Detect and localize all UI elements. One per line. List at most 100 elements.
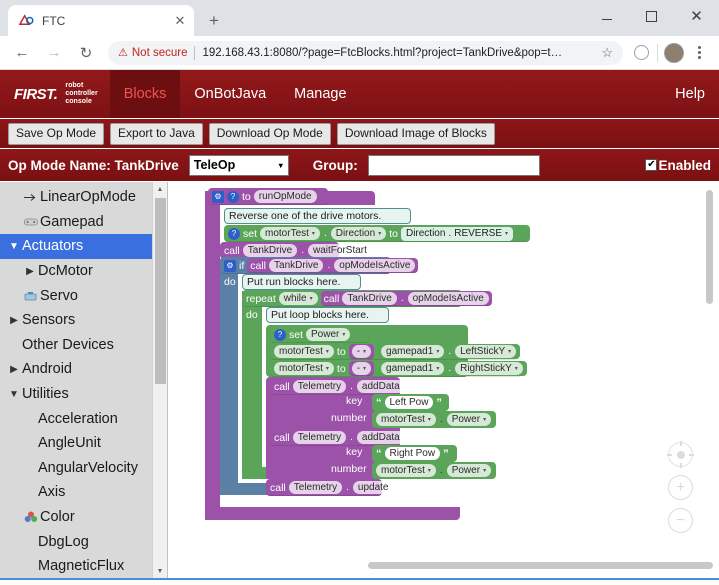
canvas-vertical-scrollbar[interactable] <box>706 190 713 304</box>
method-field[interactable]: opModeIsActive <box>334 259 415 272</box>
gamepad-field[interactable]: gamepad1 ▾ <box>381 345 444 358</box>
sidebar-item-utilities[interactable]: ▼ Utilities <box>0 382 167 407</box>
method-field[interactable]: addData <box>357 431 405 444</box>
power-row-right[interactable]: motorTest ▾ to - ▾ gamepad1 ▾ . RightSti… <box>270 360 522 377</box>
help-icon[interactable]: ? <box>228 228 240 240</box>
method-field[interactable]: addData <box>357 380 405 393</box>
motor-target-field[interactable]: motorTest ▾ <box>376 413 436 426</box>
sidebar-item-color[interactable]: Color <box>0 505 167 530</box>
sidebar-item-angleunit[interactable]: AngleUnit <box>0 431 167 456</box>
repeat-mode-field[interactable]: while ▾ <box>279 292 318 305</box>
close-tab-icon[interactable]: ✕ <box>172 13 188 29</box>
sidebar-item-dbglog[interactable]: DbgLog <box>0 529 167 554</box>
key-string-block-1[interactable]: “ Left Pow ” <box>372 394 449 411</box>
scrollbar-thumb[interactable] <box>155 198 166 384</box>
bookmark-star-icon[interactable]: ☆ <box>601 45 613 61</box>
power-row-left[interactable]: motorTest ▾ to - ▾ gamepad1 ▾ . LeftStic… <box>270 343 518 360</box>
sidebar-scrollbar[interactable]: ▲ ▼ <box>152 182 167 578</box>
nav-item-help[interactable]: Help <box>661 70 719 118</box>
address-bar[interactable]: ⚠ Not secure 192.168.43.1:8080/?page=Ftc… <box>108 41 623 65</box>
method-field[interactable]: opModeIsActive <box>408 292 489 305</box>
negate-block[interactable]: - ▾ <box>349 344 374 359</box>
enabled-checkbox[interactable]: ✔ <box>645 159 657 171</box>
power-property-field[interactable]: Power ▾ <box>306 328 350 341</box>
back-icon[interactable]: ← <box>9 40 35 66</box>
motor-target-field[interactable]: motorTest ▾ <box>274 345 334 358</box>
zoom-out-button[interactable]: − <box>668 508 693 533</box>
op-mode-flavor-select[interactable]: TeleOp ▾ <box>189 155 289 176</box>
method-field[interactable]: waitForStart <box>308 244 372 257</box>
download-op-mode-button[interactable]: Download Op Mode <box>209 123 331 145</box>
stick-axis-field[interactable]: RightStickY ▾ <box>455 362 523 375</box>
browser-tab[interactable]: FTC ✕ <box>8 5 194 36</box>
number-value-block-2[interactable]: motorTest ▾ . Power ▾ <box>372 462 496 479</box>
download-image-of-blocks-button[interactable]: Download Image of Blocks <box>337 123 495 145</box>
window-close-button[interactable]: ✕ <box>674 0 719 32</box>
group-input[interactable] <box>368 155 540 176</box>
window-minimize-button[interactable] <box>584 0 629 32</box>
stick-axis-field[interactable]: LeftStickY ▾ <box>455 345 516 358</box>
negate-operator-field[interactable]: - ▾ <box>352 345 371 358</box>
export-to-java-button[interactable]: Export to Java <box>110 123 203 145</box>
nav-item-manage[interactable]: Manage <box>280 70 360 118</box>
key-value-field[interactable]: Right Pow <box>385 447 441 460</box>
set-direction-block[interactable]: ? set motorTest ▾ . Direction ▾ to Direc… <box>224 225 530 242</box>
if-block-header[interactable]: ⚙ if call TankDrive . opModeIsActive <box>220 257 391 274</box>
telemetry-update-block[interactable]: call Telemetry . update <box>266 479 382 496</box>
direction-enum-block[interactable]: Direction . REVERSE ▾ <box>401 227 513 241</box>
power-property-field[interactable]: Power ▾ <box>447 464 491 477</box>
center-on-blocks-icon[interactable] <box>668 442 693 467</box>
motor-target-field[interactable]: motorTest ▾ <box>376 464 436 477</box>
sidebar-item-magneticflux[interactable]: MagneticFlux <box>0 554 167 578</box>
save-op-mode-button[interactable]: Save Op Mode <box>8 123 104 145</box>
scroll-down-icon[interactable]: ▼ <box>153 564 167 578</box>
window-maximize-button[interactable] <box>629 0 674 32</box>
runopmode-header[interactable]: ⚙ ? to runOpMode <box>208 188 328 205</box>
sidebar-item-dcmotor[interactable]: ▶ DcMotor <box>0 259 167 284</box>
help-icon[interactable]: ? <box>227 191 239 203</box>
comment-block-reverse[interactable]: Reverse one of the drive motors. <box>224 208 411 224</box>
sidebar-item-gamepad[interactable]: Gamepad <box>0 210 167 235</box>
sidebar-item-acceleration[interactable]: Acceleration <box>0 406 167 431</box>
gear-icon[interactable]: ⚙ <box>212 191 224 203</box>
nav-item-onbotjava[interactable]: OnBotJava <box>180 70 280 118</box>
telemetry-adddata-1-header[interactable]: call Telemetry . addData <box>270 378 398 395</box>
motor-target-field[interactable]: motorTest ▾ <box>274 362 334 375</box>
negate-block[interactable]: - ▾ <box>349 361 374 376</box>
object-field[interactable]: Telemetry <box>293 380 346 393</box>
runopmode-name-field[interactable]: runOpMode <box>254 190 317 203</box>
forward-icon[interactable]: → <box>41 40 67 66</box>
sidebar-item-other-devices[interactable]: Other Devices <box>0 333 167 358</box>
gamepad-right-stick-block[interactable]: gamepad1 ▾ . RightStickY ▾ <box>377 361 527 376</box>
sidebar-item-sensors[interactable]: ▶ Sensors <box>0 308 167 333</box>
object-field[interactable]: TankDrive <box>269 259 323 272</box>
number-value-block-1[interactable]: motorTest ▾ . Power ▾ <box>372 411 496 428</box>
scroll-up-icon[interactable]: ▲ <box>153 182 167 196</box>
new-tab-button[interactable]: + <box>200 6 228 34</box>
blocks-palette-sidebar[interactable]: LinearOpMode Gamepad ▼ Actuators ▶ DcMot… <box>0 182 168 578</box>
sidebar-item-axis[interactable]: Axis <box>0 480 167 505</box>
blockly-canvas[interactable]: ⚙ ? to runOpMode Reverse one of the driv… <box>168 182 719 578</box>
object-field[interactable]: TankDrive <box>243 244 297 257</box>
object-field[interactable]: Telemetry <box>289 481 342 494</box>
opmodeisactive-condition[interactable]: call TankDrive . opModeIsActive <box>247 258 418 273</box>
zoom-in-button[interactable]: + <box>668 475 693 500</box>
object-field[interactable]: Telemetry <box>293 431 346 444</box>
gamepad-left-stick-block[interactable]: gamepad1 ▾ . LeftStickY ▾ <box>377 344 520 359</box>
repeat-condition[interactable]: call TankDrive . opModeIsActive <box>321 291 492 306</box>
sidebar-item-android[interactable]: ▶ Android <box>0 357 167 382</box>
profile-avatar[interactable] <box>664 43 684 63</box>
sidebar-item-linearopmode[interactable]: LinearOpMode <box>0 185 167 210</box>
sidebar-item-angularvelocity[interactable]: AngularVelocity <box>0 456 167 481</box>
help-icon[interactable]: ? <box>274 329 286 341</box>
comment-put-loop-blocks[interactable]: Put loop blocks here. <box>266 307 389 323</box>
repeat-block-header[interactable]: repeat while ▾ call TankDrive . opModeIs… <box>242 290 462 307</box>
direction-property-field[interactable]: Direction ▾ <box>331 227 386 240</box>
key-value-field[interactable]: Left Pow <box>385 396 434 409</box>
reload-icon[interactable]: ↻ <box>73 40 99 66</box>
gamepad-field[interactable]: gamepad1 ▾ <box>381 362 444 375</box>
nav-item-blocks[interactable]: Blocks <box>110 70 181 118</box>
set-power-header[interactable]: ? set Power ▾ <box>270 326 370 343</box>
power-property-field[interactable]: Power ▾ <box>447 413 491 426</box>
motor-target-field[interactable]: motorTest ▾ <box>260 227 320 240</box>
